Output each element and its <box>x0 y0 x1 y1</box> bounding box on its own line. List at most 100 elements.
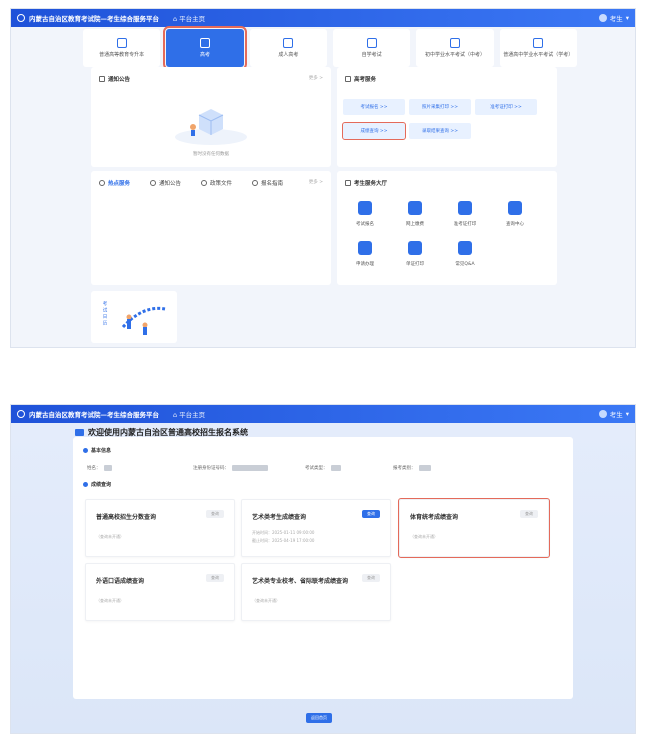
masked-value <box>103 465 112 471</box>
score-card-art: 艺术类考生成绩查询 查询 开始时间：2025-01-11 09:00:00 截止… <box>241 499 391 557</box>
service-register-link[interactable]: 考试报名 >> <box>343 99 405 115</box>
empty-text: 暂时没有任何数据 <box>193 152 229 157</box>
top-bar: 内蒙古自治区教育考试院—考生综合服务平台 ⌂ 平台主页 考生 ▾ <box>11 9 635 27</box>
avatar <box>598 14 607 22</box>
query-button[interactable]: 查询 <box>362 574 380 582</box>
tab-guide[interactable]: 报名指南 <box>252 179 283 187</box>
service-admission-result-link[interactable]: 录取结果查询 >> <box>409 123 471 139</box>
notice-title: 通知公告 <box>99 75 130 83</box>
gaokao-services-panel: 高考服务 考试报名 >> 照片采集打印 >> 准考证打印 >> 成绩查询 >> … <box>337 67 557 167</box>
hot-more-link[interactable]: 更多 > <box>309 179 323 185</box>
tab-policy[interactable]: 政策文件 <box>201 179 232 187</box>
home-icon: ⌂ <box>173 411 178 419</box>
printer-icon <box>458 201 472 215</box>
nav-zikao[interactable]: 自学考试 <box>332 29 411 67</box>
hall-icon <box>345 180 351 186</box>
service-photo-link[interactable]: 照片采集打印 >> <box>409 99 471 115</box>
masked-value <box>330 465 341 471</box>
graduation-cap-icon <box>75 429 84 436</box>
policy-icon <box>201 180 208 186</box>
document-icon <box>508 201 522 215</box>
empty-illustration <box>175 109 247 145</box>
basic-info-title: 基本信息 <box>83 447 111 454</box>
home-link[interactable]: ⌂ 平台主页 <box>173 13 205 23</box>
logo-icon <box>17 410 25 418</box>
guide-icon <box>252 180 259 186</box>
home-link[interactable]: ⌂ 平台主页 <box>173 409 205 419</box>
card-title: 普通高校招生分数查询 <box>96 514 157 521</box>
masked-value <box>418 465 431 471</box>
services-title: 高考服务 <box>345 75 376 83</box>
edit-icon <box>358 241 372 255</box>
card-title: 体育统考成绩查询 <box>410 514 459 521</box>
notice-icon <box>99 76 105 82</box>
hot-tabs: 热点服务 通知公告 政策文件 报名指南 <box>99 179 283 187</box>
service-admission-card-link[interactable]: 准考证打印 >> <box>475 99 537 115</box>
service-hall-panel: 考生服务大厅 考试报名 网上缴费 准考证打印 查询中心 申请办理 单证打印 常见… <box>337 171 557 285</box>
portal-screenshot: 内蒙古自治区教育考试院—考生综合服务平台 ⌂ 平台主页 考生 ▾ 普通高等教育专升本… <box>10 8 636 348</box>
chevron-down-icon: ▾ <box>625 14 629 22</box>
card-status: （查询未开通） <box>96 534 124 539</box>
main-card: 基本信息 姓名： 注册身份证号码： 考试类型： 报考类别： 成绩查询 普通高校招… <box>73 437 573 699</box>
nav-zhongkao[interactable]: 初中学业水平考试（中考） <box>416 29 494 67</box>
home-icon: ⌂ <box>173 15 178 23</box>
nav-xuekao[interactable]: 普通高中学业水平考试（学考） <box>499 29 577 67</box>
score-card-sports: 体育统考成绩查询 查询 （查询未开通） <box>398 498 550 558</box>
query-button[interactable]: 查询 <box>362 510 380 518</box>
nav-icon <box>199 38 210 48</box>
chevron-down-icon: ▾ <box>625 410 629 418</box>
nav-zhuanshengben[interactable]: 普通高等教育专升本 <box>83 29 161 67</box>
notice-more-link[interactable]: 更多 > <box>309 75 323 81</box>
user-menu[interactable]: 考生 ▾ <box>598 409 629 419</box>
nav-chenggao[interactable]: 成人高考 <box>249 29 327 67</box>
section-dot <box>83 448 88 453</box>
notice-panel: 通知公告 更多 > 暂时没有任何数据 <box>91 67 331 167</box>
field-category: 报考类别： <box>393 465 431 471</box>
hall-item-register[interactable]: 考试报名 <box>345 201 385 227</box>
field-name: 姓名： <box>87 465 112 471</box>
nav-icon <box>116 38 127 48</box>
top-bar: 内蒙古自治区教育考试院—考生综合服务平台 ⌂ 平台主页 考生 ▾ <box>11 405 635 423</box>
hall-title: 考生服务大厅 <box>345 179 387 187</box>
service-score-query-link[interactable]: 成绩查询 >> <box>342 122 406 140</box>
exam-calendar-card[interactable]: 考试日历 <box>91 291 177 343</box>
nav-icon <box>283 38 294 48</box>
masked-value <box>232 465 268 471</box>
user-menu[interactable]: 考生 ▾ <box>598 13 629 23</box>
query-button[interactable]: 查询 <box>520 510 538 518</box>
card-start-time: 开始时间：2025-01-11 09:00:00 <box>252 530 315 535</box>
nav-icon <box>533 38 544 48</box>
score-query-screenshot: 内蒙古自治区教育考试院—考生综合服务平台 ⌂ 平台主页 考生 ▾ 欢迎使用内蒙古自治… <box>10 404 636 734</box>
card-status: （查询未开通） <box>252 598 280 603</box>
nav-icon <box>366 38 377 48</box>
hall-item-query-center[interactable]: 查询中心 <box>495 201 535 227</box>
field-id-number: 注册身份证号码： <box>193 465 268 471</box>
card-status: （查询未开通） <box>96 598 124 603</box>
card-title: 艺术类专业校考、省际联考成绩查询 <box>252 578 349 585</box>
tab-notice[interactable]: 通知公告 <box>150 179 181 187</box>
section-dot <box>83 482 88 487</box>
calendar-illustration <box>121 306 166 335</box>
nav-gaokao[interactable]: 高考 <box>163 26 247 70</box>
payment-icon <box>408 201 422 215</box>
services-icon <box>345 76 351 82</box>
card-end-time: 截止时间：2025-04-19 17:00:00 <box>252 538 315 543</box>
return-home-button[interactable]: 返回首页 <box>306 713 332 723</box>
score-card-art-joint: 艺术类专业校考、省际联考成绩查询 查询 （查询未开通） <box>241 563 391 621</box>
query-button[interactable]: 查询 <box>206 574 224 582</box>
tab-hot-services[interactable]: 热点服务 <box>99 179 130 187</box>
hall-item-admission-card[interactable]: 准考证打印 <box>445 201 485 227</box>
score-card-oral-english: 外语口语成绩查询 查询 （查询未开通） <box>85 563 235 621</box>
hall-item-certificate-print[interactable]: 单证打印 <box>395 241 435 267</box>
notice-tab-icon <box>150 180 157 186</box>
printer-icon <box>408 241 422 255</box>
exam-nav: 普通高等教育专升本 高考 成人高考 自学考试 初中学业水平考试（中考） 普通高中… <box>83 26 577 70</box>
query-button[interactable]: 查询 <box>206 510 224 518</box>
hall-item-payment[interactable]: 网上缴费 <box>395 201 435 227</box>
platform-title: 内蒙古自治区教育考试院—考生综合服务平台 <box>29 411 159 419</box>
score-card-general: 普通高校招生分数查询 查询 （查询未开通） <box>85 499 235 557</box>
hall-item-application[interactable]: 申请办理 <box>345 241 385 267</box>
nav-icon <box>449 38 460 48</box>
field-exam-type: 考试类型： <box>305 465 341 471</box>
hall-item-faq[interactable]: 常见Q&A <box>445 241 485 267</box>
